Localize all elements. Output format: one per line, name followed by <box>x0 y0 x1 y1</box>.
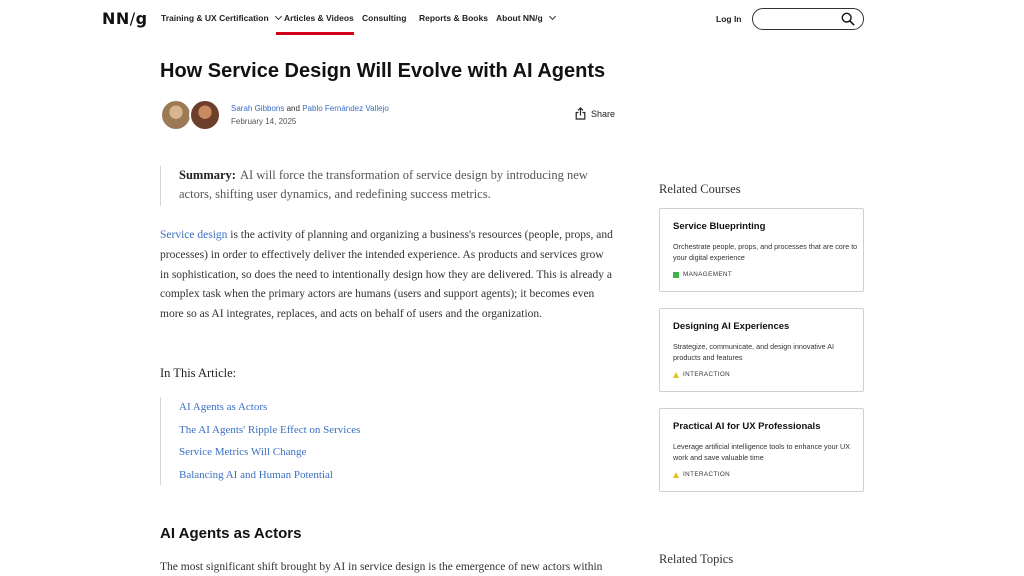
section-heading: AI Agents as Actors <box>160 525 302 542</box>
nav-consulting-label: Consulting <box>362 13 407 23</box>
course-title: Service Blueprinting <box>673 221 766 232</box>
article-summary: Summary: AI will force the transformation… <box>160 166 615 206</box>
course-category: INTERACTION <box>673 371 730 378</box>
chevron-down-icon <box>274 12 282 21</box>
nav-training[interactable]: Training & UX Certification <box>161 12 282 23</box>
nav-about-label: About NN/g <box>496 13 543 23</box>
course-category: MANAGEMENT <box>673 271 732 278</box>
management-square-icon <box>673 271 679 278</box>
share-icon <box>575 107 586 120</box>
share-button[interactable]: Share <box>575 107 615 120</box>
author-link-sarah[interactable]: Sarah Gibbons <box>231 104 284 113</box>
nav-about[interactable]: About NN/g <box>496 12 556 23</box>
course-title: Designing AI Experiences <box>673 321 790 332</box>
intro-text: is the activity of planning and organizi… <box>160 229 613 321</box>
nav-articles-label: Articles & Videos <box>284 13 354 23</box>
byline-and: and <box>286 104 300 113</box>
interaction-triangle-icon <box>673 471 679 478</box>
login-link[interactable]: Log In <box>716 14 742 24</box>
course-title: Practical AI for UX Professionals <box>673 421 821 432</box>
toc-heading: In This Article: <box>160 366 237 380</box>
search-input[interactable] <box>752 8 864 30</box>
course-category-label: INTERACTION <box>683 371 731 378</box>
intro-paragraph: Service design is the activity of planni… <box>160 226 615 325</box>
nav-training-label: Training & UX Certification <box>161 13 269 23</box>
related-courses-heading: Related Courses <box>659 182 741 196</box>
course-category: INTERACTION <box>673 471 730 478</box>
share-label: Share <box>591 108 616 119</box>
course-card[interactable]: Service Blueprinting Orchestrate people,… <box>659 208 864 292</box>
course-description: Leverage artificial intelligence tools t… <box>673 442 850 462</box>
nav-reports-label: Reports & Books <box>419 13 488 23</box>
author-avatar-pablo[interactable] <box>189 99 221 131</box>
nav-articles-videos[interactable]: Articles & Videos <box>284 13 354 23</box>
chevron-down-icon <box>548 12 556 21</box>
table-of-contents: AI Agents as Actors The AI Agents' Rippl… <box>160 397 460 485</box>
course-card[interactable]: Designing AI Experiences Strategize, com… <box>659 308 864 392</box>
summary-label: Summary: <box>179 168 236 182</box>
nav-reports-books[interactable]: Reports & Books <box>419 13 488 23</box>
author-link-pablo[interactable]: Pablo Fernández Vallejo <box>302 104 389 113</box>
interaction-triangle-icon <box>673 371 679 378</box>
search-icon[interactable] <box>841 12 855 26</box>
service-design-link[interactable]: Service design <box>160 229 227 241</box>
logo-g: g <box>135 9 148 28</box>
section-paragraph: The most significant shift brought by AI… <box>160 561 603 573</box>
nng-logo[interactable]: NN/g <box>102 9 148 28</box>
top-navigation: NN/g Training & UX Certification Article… <box>0 0 1024 36</box>
article-title: How Service Design Will Evolve with AI A… <box>160 60 606 82</box>
course-card[interactable]: Practical AI for UX Professionals Levera… <box>659 408 864 492</box>
nav-consulting[interactable]: Consulting <box>362 13 406 23</box>
course-description: Orchestrate people, props, and processes… <box>673 242 858 262</box>
toc-link-service-metrics[interactable]: Service Metrics Will Change <box>179 446 306 458</box>
active-nav-indicator <box>276 32 354 35</box>
toc-link-ripple-effect[interactable]: The AI Agents' Ripple Effect on Services <box>179 424 360 436</box>
publish-date: February 14, 2025 <box>231 117 297 126</box>
summary-text: AI will force the transformation of serv… <box>179 168 588 201</box>
course-description: Strategize, communicate, and design inno… <box>673 342 835 362</box>
byline: Sarah Gibbons and Pablo Fernández Vallej… <box>231 104 389 113</box>
related-topics-heading: Related Topics <box>659 552 734 566</box>
course-category-label: MANAGEMENT <box>683 271 733 278</box>
logo-text: NN <box>102 9 130 28</box>
toc-link-balancing-ai[interactable]: Balancing AI and Human Potential <box>179 469 333 481</box>
author-avatar-sarah[interactable] <box>160 99 192 131</box>
toc-link-ai-agents-as-actors[interactable]: AI Agents as Actors <box>179 401 267 413</box>
course-category-label: INTERACTION <box>683 471 731 478</box>
